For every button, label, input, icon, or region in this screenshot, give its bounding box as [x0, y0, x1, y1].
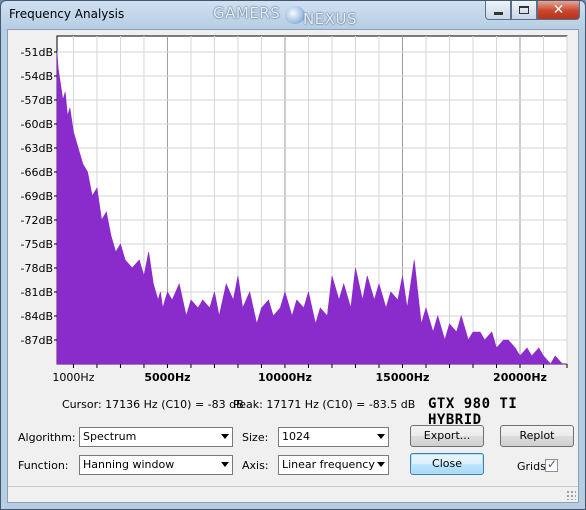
replot-button[interactable]: Replot — [500, 425, 574, 447]
caption-buttons: ✕ — [485, 1, 580, 21]
grids-label: Grids — [517, 460, 546, 473]
gamersnexus-watermark: GAMERS NEXUS — [213, 2, 363, 28]
axis-value: Linear frequency — [282, 458, 375, 471]
x-tick-label: 20000Hz — [493, 371, 547, 384]
maximize-icon — [519, 6, 529, 14]
algorithm-label: Algorithm: — [18, 431, 76, 444]
size-value: 1024 — [282, 430, 310, 443]
y-tick-label: -60dB — [21, 118, 54, 131]
algorithm-value: Spectrum — [83, 430, 137, 443]
status-bar — [8, 486, 578, 502]
y-tick-label: -87dB — [21, 334, 54, 347]
chevron-down-icon — [377, 434, 385, 439]
close-icon: ✕ — [552, 2, 565, 18]
y-tick-label: -63dB — [21, 142, 54, 155]
y-tick-label: -75dB — [21, 238, 54, 251]
export-button[interactable]: Export... — [410, 425, 484, 447]
x-tick-label: 1000Hz — [52, 371, 94, 384]
peak-readout: Peak: 17171 Hz (C10) = -83.5 dB — [233, 398, 416, 411]
maximize-button[interactable] — [511, 1, 537, 20]
title-bar[interactable]: Frequency Analysis GAMERS NEXUS ✕ — [1, 1, 585, 28]
window-title: Frequency Analysis — [9, 7, 125, 21]
frequency-analysis-window: Frequency Analysis GAMERS NEXUS ✕ -51dB -… — [0, 0, 586, 510]
close-button-label: Close — [432, 457, 462, 470]
resize-grip-icon[interactable] — [566, 490, 576, 500]
dialog-client-area: -51dB -54dB -57dB -60dB -63dB -66dB -69dB -72dB… — [7, 29, 579, 503]
watermark-right-text: NEXUS — [303, 10, 357, 28]
axis-select[interactable]: Linear frequency — [278, 455, 389, 475]
grids-checkbox[interactable]: ✓ — [545, 457, 558, 472]
x-tick-label: 15000Hz — [376, 371, 430, 384]
chevron-down-icon — [377, 462, 385, 467]
y-tick-label: -66dB — [21, 166, 54, 179]
chevron-down-icon — [221, 434, 229, 439]
function-select[interactable]: Hanning window — [79, 455, 233, 475]
close-button[interactable]: Close — [410, 453, 484, 475]
function-value: Hanning window — [83, 458, 175, 471]
y-tick-label: -51dB — [21, 46, 54, 59]
cursor-readout: Cursor: 17136 Hz (C10) = -83 dB — [62, 398, 244, 411]
function-label: Function: — [18, 459, 69, 472]
checkmark-icon: ✓ — [547, 457, 558, 471]
minimize-icon — [493, 12, 503, 15]
y-tick-label: -84dB — [21, 310, 54, 323]
spectrum-plot[interactable]: -51dB -54dB -57dB -60dB -63dB -66dB -69dB -72dB… — [8, 30, 578, 390]
export-button-label: Export... — [423, 429, 471, 442]
gpu-overlay-label: GTX 980 TI HYBRID — [428, 396, 518, 428]
axis-label: Axis: — [242, 459, 269, 472]
y-tick-label: -72dB — [21, 214, 54, 227]
y-tick-label: -54dB — [21, 70, 54, 83]
spectrum-chart: -51dB -54dB -57dB -60dB -63dB -66dB -69dB -72dB… — [21, 35, 568, 384]
y-tick-label: -78dB — [21, 262, 54, 275]
globe-icon — [285, 6, 305, 24]
size-label: Size: — [242, 431, 269, 444]
y-tick-label: -81dB — [21, 286, 54, 299]
size-select[interactable]: 1024 — [278, 427, 389, 447]
y-tick-label: -69dB — [21, 190, 54, 203]
algorithm-select[interactable]: Spectrum — [79, 427, 233, 447]
replot-button-label: Replot — [519, 429, 555, 442]
chevron-down-icon — [221, 462, 229, 467]
watermark-left-text: GAMERS — [213, 4, 281, 22]
y-tick-label: -57dB — [21, 94, 54, 107]
close-window-button[interactable]: ✕ — [537, 1, 580, 20]
minimize-button[interactable] — [485, 1, 511, 20]
x-tick-label: 5000Hz — [144, 371, 190, 384]
x-tick-label: 10000Hz — [258, 371, 312, 384]
